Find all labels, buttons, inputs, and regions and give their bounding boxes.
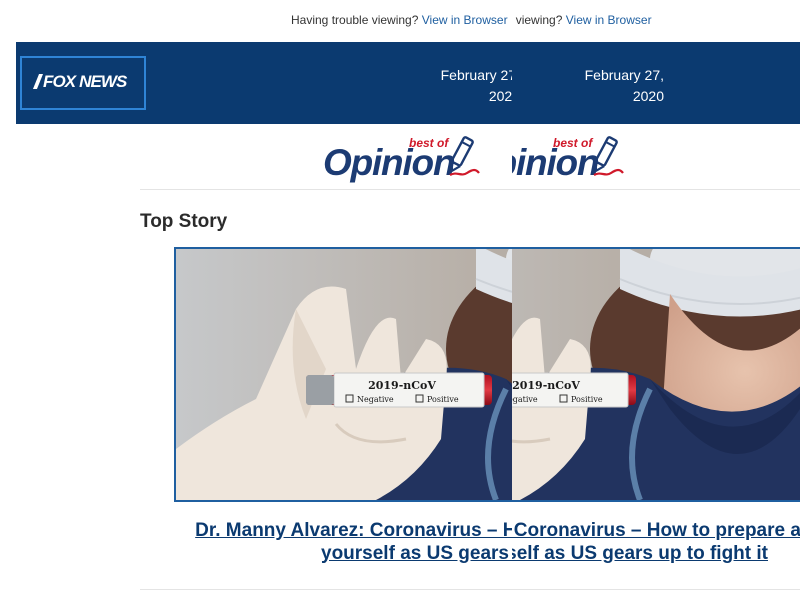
tube-option-positive: Positive bbox=[571, 395, 603, 404]
logo-text: FOX NEWS bbox=[32, 72, 127, 92]
preheader-text: Having trouble viewing? bbox=[291, 13, 419, 27]
tube-option-negative: Negative bbox=[357, 395, 394, 404]
top-story-image[interactable]: 2019-nCoV Negative Positive bbox=[174, 247, 512, 502]
tube-label: 2019-nCoV bbox=[368, 379, 436, 392]
header-bar: FOX NEWS February 27, 2020 bbox=[512, 42, 800, 124]
fox-news-logo[interactable]: FOX NEWS bbox=[20, 56, 146, 110]
tube-option-negative: Negative bbox=[512, 395, 538, 404]
preheader: Having trouble viewing? View in Browser bbox=[512, 13, 800, 29]
best-of-label: best of bbox=[409, 136, 449, 150]
top-story-image[interactable]: 2019-nCoV Negative Positive bbox=[512, 247, 800, 502]
preheader: Having trouble viewing? View in Browser bbox=[291, 13, 512, 29]
divider-bottom bbox=[512, 589, 800, 590]
right-pane: Having trouble viewing? View in Browser … bbox=[512, 0, 800, 600]
nurse-test-tube-photo: 2019-nCoV Negative Positive bbox=[176, 249, 512, 500]
best-of-opinion-logo: Opinion best of bbox=[323, 134, 483, 186]
pen-icon bbox=[449, 136, 480, 176]
newsletter-date: February 27, 2020 bbox=[440, 67, 512, 104]
pen-icon bbox=[593, 136, 624, 176]
section-title: Top Story bbox=[140, 211, 228, 232]
email-canvas: Having trouble viewing? View in Browser … bbox=[512, 0, 800, 600]
nurse-test-tube-photo: 2019-nCoV Negative Positive bbox=[512, 249, 800, 500]
top-story-headline[interactable]: Dr. Manny Alvarez: Coronavirus – How to … bbox=[512, 519, 800, 565]
left-pane: Having trouble viewing? View in Browser … bbox=[0, 0, 512, 600]
newsletter-date: February 27, 2020 bbox=[584, 67, 664, 104]
divider-bottom bbox=[140, 589, 512, 590]
logo-slash-icon bbox=[32, 74, 44, 89]
divider-top bbox=[512, 189, 800, 190]
view-in-browser-link[interactable]: View in Browser bbox=[422, 13, 508, 27]
top-story-headline[interactable]: Dr. Manny Alvarez: Coronavirus – How to … bbox=[160, 519, 512, 565]
view-in-browser-link[interactable]: View in Browser bbox=[566, 13, 652, 27]
preheader-text: Having trouble viewing? bbox=[512, 13, 563, 27]
best-of-label: best of bbox=[553, 136, 593, 150]
email-canvas: Having trouble viewing? View in Browser … bbox=[0, 0, 512, 600]
best-of-opinion-logo: Opinion best of bbox=[512, 134, 627, 186]
tube-label: 2019-nCoV bbox=[512, 379, 580, 392]
tube-option-positive: Positive bbox=[427, 395, 459, 404]
divider-top bbox=[140, 189, 512, 190]
header-bar: FOX NEWS February 27, 2020 bbox=[16, 42, 512, 124]
